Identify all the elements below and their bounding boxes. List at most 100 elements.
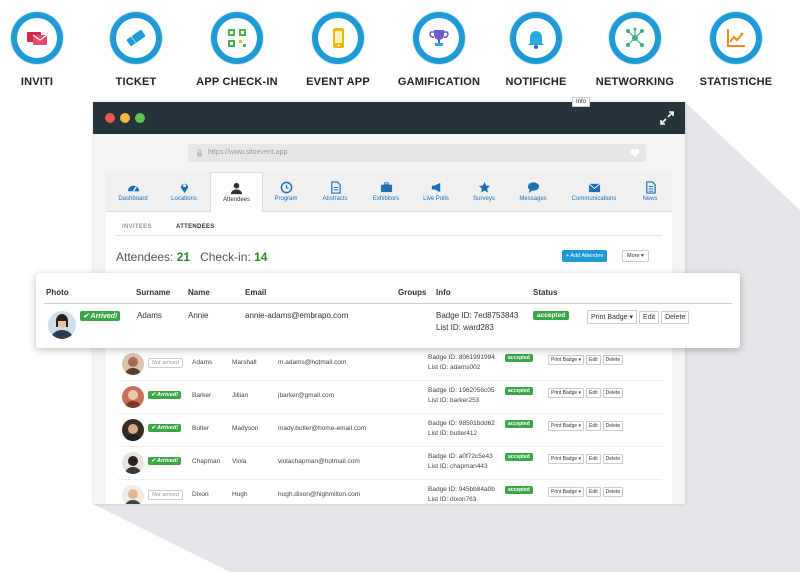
feature-statistiche[interactable]: STATISTICHE	[686, 12, 786, 88]
edit-button[interactable]: Edit	[586, 454, 601, 464]
tab-label: Locations	[171, 196, 197, 202]
checkin-status[interactable]: ✔ Arrived!	[148, 391, 182, 399]
star-icon	[478, 181, 490, 193]
highlighted-attendee-card[interactable]: Photo Surname Name Email Groups Info Sta…	[36, 273, 740, 348]
avatar	[122, 485, 144, 504]
list-id-cell: List ID: barker253	[428, 397, 480, 404]
tab-label: Communications	[571, 196, 617, 202]
list-id-cell: List ID: adams002	[428, 364, 481, 371]
badge-id-cell: Badge ID: 7ed8753843	[436, 311, 519, 320]
delete-button[interactable]: Delete	[602, 454, 624, 464]
feature-inviti[interactable]: INVITI	[0, 12, 87, 88]
address-bar[interactable]: https://www.sitoevent.app	[188, 144, 646, 162]
row-actions: Print Badge ▾ Edit Delete	[548, 454, 625, 464]
tab-label: Attendees	[222, 197, 251, 203]
edit-button[interactable]: Edit	[586, 355, 601, 365]
surname-cell: Butler	[192, 425, 209, 432]
table-row[interactable]: Not arrived Adams Marshall m.adams@hotma…	[118, 347, 662, 381]
edit-button[interactable]: Edit	[586, 487, 601, 497]
status-badge: accepted	[533, 311, 570, 320]
print-badge-button[interactable]: Print Badge ▾	[548, 388, 585, 398]
tab-live-polls[interactable]: Live Polls	[414, 172, 458, 211]
tab-news[interactable]: News	[632, 172, 668, 211]
smartphone-icon	[333, 28, 344, 48]
checkin-status[interactable]: ✔ Arrived!	[80, 311, 121, 321]
tab-messages[interactable]: Messages	[510, 172, 556, 211]
info-tooltip: Info	[572, 97, 591, 107]
email-cell: m.adams@hotmail.com	[278, 359, 347, 366]
checkin-status[interactable]: ✔ Arrived!	[148, 457, 182, 465]
tab-surveys[interactable]: Surveys	[462, 172, 506, 211]
subtab-invitees[interactable]: INVITEES	[122, 224, 152, 230]
checkin-status[interactable]: ✔ Arrived!	[148, 424, 182, 432]
trophy-icon	[429, 30, 449, 46]
table-row[interactable]: Not arrived Dixon Hugh hugh.dixon@highmi…	[118, 479, 662, 504]
table-row[interactable]: ✔ Arrived! Chapman Viola violachapman@ho…	[118, 446, 662, 480]
delete-button[interactable]: Delete	[602, 388, 624, 398]
attendee-counts: Attendees: 21 Check-in: 14	[116, 250, 267, 264]
surname-cell: Barker	[192, 392, 212, 399]
email-cell: annie-adams@embrapo.com	[245, 311, 349, 320]
close-window-button[interactable]	[105, 113, 115, 123]
edit-button[interactable]: Edit	[639, 311, 660, 324]
tab-locations[interactable]: Locations	[161, 172, 207, 211]
location-pin-icon	[180, 183, 188, 194]
feature-networking[interactable]: NETWORKING	[585, 12, 685, 88]
email-cell: jbarker@gmail.com	[278, 392, 335, 399]
add-attendee-button[interactable]: + Add Attendee	[562, 250, 608, 262]
checkin-status[interactable]: Not arrived	[148, 358, 183, 368]
table-row[interactable]: ✔ Arrived! Barker Jillian jbarker@gmail.…	[118, 380, 662, 414]
avatar	[122, 452, 144, 474]
edit-button[interactable]: Edit	[586, 388, 601, 398]
minimize-window-button[interactable]	[120, 113, 130, 123]
delete-button[interactable]: Delete	[602, 421, 624, 431]
badge-id-cell: Badge ID: 1962056c05	[428, 387, 495, 394]
badge-id-cell: Badge ID: a0f72c5e43	[428, 453, 493, 460]
expand-icon[interactable]	[659, 110, 675, 126]
more-button[interactable]: More ▾	[622, 250, 649, 262]
print-badge-button[interactable]: Print Badge ▾	[548, 421, 585, 431]
print-badge-button[interactable]: Print Badge ▾	[548, 355, 585, 365]
feature-notifiche[interactable]: NOTIFICHE	[486, 12, 586, 88]
maximize-window-button[interactable]	[135, 113, 145, 123]
surname-cell: Dixon	[192, 491, 209, 498]
news-icon	[645, 181, 656, 194]
tab-abstracts[interactable]: Abstracts	[312, 172, 358, 211]
title-bar	[93, 102, 685, 134]
feature-app-checkin[interactable]: APP CHECK-IN	[187, 12, 287, 88]
subtab-attendees[interactable]: ATTENDEES	[176, 224, 215, 230]
heart-icon[interactable]	[630, 148, 640, 158]
delete-button[interactable]: Delete	[602, 355, 624, 365]
tab-label: Surveys	[473, 196, 495, 202]
feature-ticket[interactable]: TICKET	[86, 12, 186, 88]
feature-gamification[interactable]: GAMIFICATION	[389, 12, 489, 88]
feature-label: NOTIFICHE	[505, 76, 567, 88]
list-id-cell: List ID: dixon763	[428, 496, 477, 503]
feature-event-app[interactable]: EVENT APP	[288, 12, 388, 88]
print-badge-button[interactable]: Print Badge ▾	[587, 310, 638, 324]
edit-button[interactable]: Edit	[586, 421, 601, 431]
qr-code-icon	[228, 29, 246, 47]
print-badge-button[interactable]: Print Badge ▾	[548, 487, 585, 497]
print-badge-button[interactable]: Print Badge ▾	[548, 454, 585, 464]
list-id-cell: List ID: chapman443	[428, 463, 488, 470]
tab-dashboard[interactable]: Dashboard	[111, 172, 155, 211]
status-badge: accepted	[505, 420, 533, 428]
status-badge: accepted	[505, 354, 533, 362]
tab-attendees[interactable]: Attendees	[210, 172, 263, 213]
surname-cell: Chapman	[192, 458, 221, 465]
chart-icon	[727, 29, 745, 47]
tab-program[interactable]: Program	[264, 172, 308, 211]
feature-label: APP CHECK-IN	[196, 76, 278, 88]
checkin-status[interactable]: Not arrived	[148, 490, 183, 500]
header-name: Name	[188, 288, 210, 297]
delete-button[interactable]: Delete	[602, 487, 624, 497]
avatar	[48, 311, 76, 339]
avatar	[122, 386, 144, 408]
delete-button[interactable]: Delete	[661, 311, 690, 324]
table-row[interactable]: ✔ Arrived! Butler Madyson mady.butler@ho…	[118, 413, 662, 447]
tab-label: Program	[274, 196, 298, 202]
tab-exhibitors[interactable]: Exhibitors	[362, 172, 410, 211]
tab-communications[interactable]: Communications	[561, 172, 627, 211]
row-actions: Print Badge ▾ Edit Delete	[548, 487, 625, 497]
